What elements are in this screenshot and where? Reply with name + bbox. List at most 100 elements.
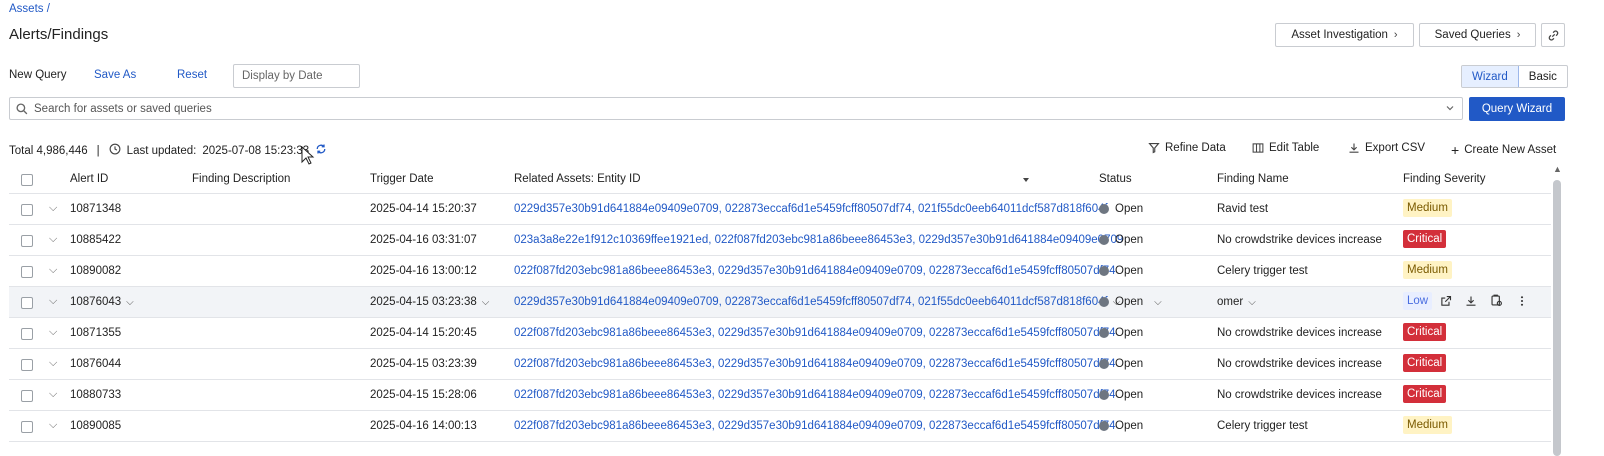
saved-queries-button[interactable]: Saved Queries ›	[1419, 23, 1536, 47]
download-icon[interactable]	[1465, 295, 1477, 310]
severity-badge: Medium	[1403, 416, 1452, 434]
column-alert-id[interactable]: Alert ID	[70, 173, 108, 185]
table-icon	[1252, 143, 1264, 153]
finding-name: No crowdstrike devices increase	[1217, 327, 1382, 339]
chevron-down-icon[interactable]: ⌵	[49, 264, 57, 277]
select-all-checkbox[interactable]	[21, 174, 33, 186]
column-trigger-date[interactable]: Trigger Date	[370, 173, 434, 185]
chevron-down-icon[interactable]	[1444, 102, 1456, 117]
severity-badge: Medium	[1403, 199, 1452, 217]
chevron-down-icon[interactable]: ⌵	[49, 326, 57, 339]
chevron-down-icon[interactable]: ⌵	[1248, 297, 1256, 308]
table-row[interactable]: ⌵ 10871355 2025-04-14 15:20:45 022f087fd…	[9, 318, 1551, 349]
chevron-down-icon[interactable]: ⌵	[49, 295, 57, 308]
export-csv-button[interactable]: Export CSV	[1348, 142, 1425, 154]
row-checkbox[interactable]	[21, 204, 33, 216]
table-row[interactable]: ⌵ 10871348 2025-04-14 15:20:37 0229d357e…	[9, 194, 1551, 225]
table-row[interactable]: ⌵ 10885422 2025-04-16 03:31:07 023a3a8e2…	[9, 225, 1551, 256]
chevron-down-icon[interactable]: ⌵	[126, 297, 134, 308]
asset-investigation-button[interactable]: Asset Investigation ›	[1275, 23, 1414, 47]
vertical-scrollbar[interactable]: ▲	[1551, 164, 1563, 456]
scroll-thumb[interactable]	[1553, 180, 1561, 456]
scroll-up-icon[interactable]: ▲	[1553, 164, 1562, 174]
row-checkbox[interactable]	[21, 235, 33, 247]
alert-id: 10880733	[70, 389, 122, 401]
chevron-right-icon: ›	[1516, 29, 1521, 41]
related-assets-link[interactable]: 022f087fd203ebc981a86beee86453e3, 0229d3…	[514, 358, 1116, 370]
breadcrumb[interactable]: Assets /	[9, 3, 50, 15]
alert-id: 10871348	[70, 203, 122, 215]
trigger-date: 2025-04-15 03:23:39	[370, 358, 477, 370]
related-assets-link[interactable]: 022f087fd203ebc981a86beee86453e3, 0229d3…	[514, 420, 1116, 432]
asset-investigation-label: Asset Investigation	[1291, 29, 1388, 41]
related-assets-cell: 0229d357e30b91d641884e09409e0709, 022873…	[514, 296, 1120, 308]
table-row[interactable]: ⌵ 10890082 2025-04-16 13:00:12 022f087fd…	[9, 256, 1551, 287]
search-input[interactable]: Search for assets or saved queries	[9, 97, 1463, 120]
column-related-assets[interactable]: Related Assets: Entity ID	[514, 173, 641, 185]
save-as-link[interactable]: Save As	[94, 69, 136, 81]
finding-name: Celery trigger test	[1217, 265, 1308, 277]
more-vertical-icon[interactable]	[1516, 295, 1528, 310]
wizard-mode-button[interactable]: Wizard	[1462, 66, 1519, 87]
finding-name: No crowdstrike devices increase	[1217, 389, 1382, 401]
refresh-icon[interactable]	[315, 143, 327, 158]
export-csv-label: Export CSV	[1365, 142, 1426, 154]
chevron-down-icon[interactable]: ⌵	[49, 357, 57, 370]
column-finding-description[interactable]: Finding Description	[192, 173, 290, 185]
alert-id: 10885422	[70, 234, 122, 246]
display-by-date-input[interactable]: Display by Date	[233, 64, 360, 88]
sort-down-icon[interactable]	[1022, 175, 1030, 187]
status-text: Open	[1115, 327, 1144, 339]
chevron-down-icon[interactable]: ⌵	[49, 419, 57, 432]
status-text: Open	[1115, 234, 1144, 246]
status-text: Open	[1115, 265, 1144, 277]
status-text: Open	[1115, 389, 1144, 401]
row-checkbox[interactable]	[21, 421, 33, 433]
chevron-down-icon[interactable]: ⌵	[49, 388, 57, 401]
chevron-down-icon[interactable]: ⌵	[49, 202, 57, 215]
status-cell: Open ⌵	[1099, 296, 1162, 308]
row-checkbox[interactable]	[21, 390, 33, 402]
copy-link-button[interactable]	[1541, 23, 1565, 47]
chevron-down-icon[interactable]: ⌵	[1154, 297, 1162, 308]
related-assets-link[interactable]: 023a3a8e22e1f912c10369ffee1921ed, 022f08…	[514, 234, 1123, 246]
row-checkbox[interactable]	[21, 359, 33, 371]
row-checkbox[interactable]	[21, 266, 33, 278]
finding-name: No crowdstrike devices increase	[1217, 358, 1382, 370]
status-text: Open	[1115, 203, 1144, 215]
refine-data-button[interactable]: Refine Data	[1148, 142, 1226, 154]
status-dot-icon	[1099, 390, 1109, 400]
clipboard-settings-icon[interactable]	[1490, 294, 1503, 310]
column-status[interactable]: Status	[1099, 173, 1132, 185]
status-cell: Open	[1099, 265, 1143, 277]
trigger-date: 2025-04-14 15:20:37	[370, 203, 477, 215]
reset-link[interactable]: Reset	[177, 69, 207, 81]
open-external-icon[interactable]	[1440, 295, 1452, 310]
related-assets-link[interactable]: 022f087fd203ebc981a86beee86453e3, 0229d3…	[514, 389, 1116, 401]
status-dot-icon	[1099, 359, 1109, 369]
table-row[interactable]: ⌵ 10880733 2025-04-15 15:28:06 022f087fd…	[9, 380, 1551, 411]
related-assets-link[interactable]: 022f087fd203ebc981a86beee86453e3, 0229d3…	[514, 327, 1116, 339]
table-row[interactable]: ⌵ 10890085 2025-04-16 14:00:13 022f087fd…	[9, 411, 1551, 442]
row-checkbox[interactable]	[21, 297, 33, 309]
chevron-down-icon[interactable]: ⌵	[49, 233, 57, 246]
table-row[interactable]: ⌵ 10876043 ⌵ 2025-04-15 03:23:38 ⌵ 0229d35…	[9, 287, 1551, 318]
column-finding-name[interactable]: Finding Name	[1217, 173, 1289, 185]
last-updated-value: 2025-07-08 15:23:33	[202, 144, 310, 157]
refine-data-label: Refine Data	[1165, 142, 1226, 154]
row-checkbox[interactable]	[21, 328, 33, 340]
related-assets-link[interactable]: 0229d357e30b91d641884e09409e0709, 022873…	[514, 296, 1108, 308]
basic-mode-button[interactable]: Basic	[1519, 66, 1567, 87]
edit-table-button[interactable]: Edit Table	[1252, 142, 1319, 154]
table-row[interactable]: ⌵ 10876044 2025-04-15 03:23:39 022f087fd…	[9, 349, 1551, 380]
column-finding-severity[interactable]: Finding Severity	[1403, 173, 1485, 185]
chevron-down-icon[interactable]: ⌵	[482, 297, 490, 308]
query-wizard-button[interactable]: Query Wizard	[1469, 97, 1565, 121]
related-assets-link[interactable]: 0229d357e30b91d641884e09409e0709, 022873…	[514, 203, 1108, 215]
trigger-date: 2025-04-16 03:31:07	[370, 234, 477, 246]
create-new-asset-button[interactable]: + Create New Asset	[1451, 142, 1556, 158]
saved-queries-label: Saved Queries	[1434, 29, 1511, 41]
related-assets-link[interactable]: 022f087fd203ebc981a86beee86453e3, 0229d3…	[514, 265, 1116, 277]
table-header: Alert ID Finding Description Trigger Dat…	[9, 166, 1551, 194]
chevron-right-icon: ›	[1393, 29, 1398, 41]
